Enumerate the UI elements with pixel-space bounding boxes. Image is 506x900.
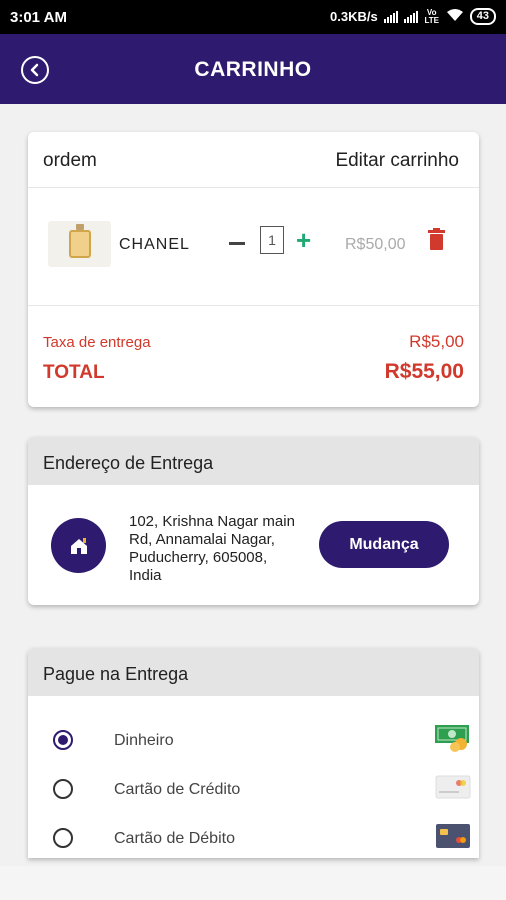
signal-icon [383,10,398,23]
radio-selected-icon[interactable] [53,730,73,750]
address-card: Endereço de Entrega 102, Krishna Nagar m… [28,437,479,605]
address-header: Endereço de Entrega [28,437,479,485]
status-icons: 0.3KB/s Vo LTE 43 [330,8,496,25]
payment-option-label: Cartão de Débito [114,830,235,847]
trash-icon[interactable] [428,228,445,250]
payment-option-label: Cartão de Crédito [114,781,241,798]
wifi-icon [446,8,464,25]
total-label: TOTAL [43,362,105,383]
radio-unselected-icon[interactable] [53,828,73,848]
battery-icon: 43 [469,8,496,25]
app-bar: CARRINHO [0,34,506,104]
item-name: CHANEL [119,236,190,253]
order-card: ordem Editar carrinho CHANEL 1 + R$50,00… [28,132,479,407]
cash-icon [435,725,469,752]
payment-option-debit-card[interactable]: Cartão de Débito [28,818,479,858]
change-address-button[interactable]: Mudança [319,521,449,568]
home-icon [51,518,106,573]
credit-card-icon [435,775,471,799]
debit-card-icon [436,824,470,848]
page-title: CARRINHO [194,58,312,81]
address-header-label: Endereço de Entrega [43,453,214,473]
delivery-fee-label: Taxa de entrega [43,334,151,351]
order-title: ordem [43,150,97,171]
payment-header-label: Pague na Entrega [43,664,189,684]
delivery-fee-value: R$5,00 [409,332,464,351]
totals-section: Taxa de entrega R$5,00 TOTAL R$55,00 [28,306,479,406]
payment-options: Dinheiro Cartão de Crédito Cartão de Déb… [28,696,479,858]
edit-cart-link[interactable]: Editar carrinho [335,150,459,172]
signal-icon-2 [403,10,418,23]
network-speed: 0.3KB/s [330,9,378,24]
item-price: R$50,00 [345,236,406,253]
status-time: 3:01 AM [10,9,67,26]
radio-unselected-icon[interactable] [53,779,73,799]
payment-option-cash[interactable]: Dinheiro [28,720,479,760]
payment-card: Pague na Entrega Dinheiro Cartão de Créd… [28,648,479,858]
address-body: 102, Krishna Nagar main Rd, Annamalai Na… [28,485,479,605]
address-text: 102, Krishna Nagar main Rd, Annamalai Na… [129,513,295,584]
order-header: ordem Editar carrinho [28,132,479,188]
payment-option-credit-card[interactable]: Cartão de Crédito [28,769,479,809]
status-bar: 3:01 AM 0.3KB/s Vo LTE 43 [0,0,506,34]
cart-item-row: CHANEL 1 + R$50,00 [28,188,479,306]
decrease-quantity-button[interactable] [229,242,245,245]
perfume-bottle-icon [48,221,111,267]
payment-header: Pague na Entrega [28,648,479,696]
quantity-field[interactable]: 1 [260,226,284,254]
increase-quantity-button[interactable]: + [296,227,311,253]
total-value: R$55,00 [384,360,464,383]
bottom-area [0,866,506,900]
payment-option-label: Dinheiro [114,732,174,749]
volte-label: Vo LTE [424,7,439,25]
